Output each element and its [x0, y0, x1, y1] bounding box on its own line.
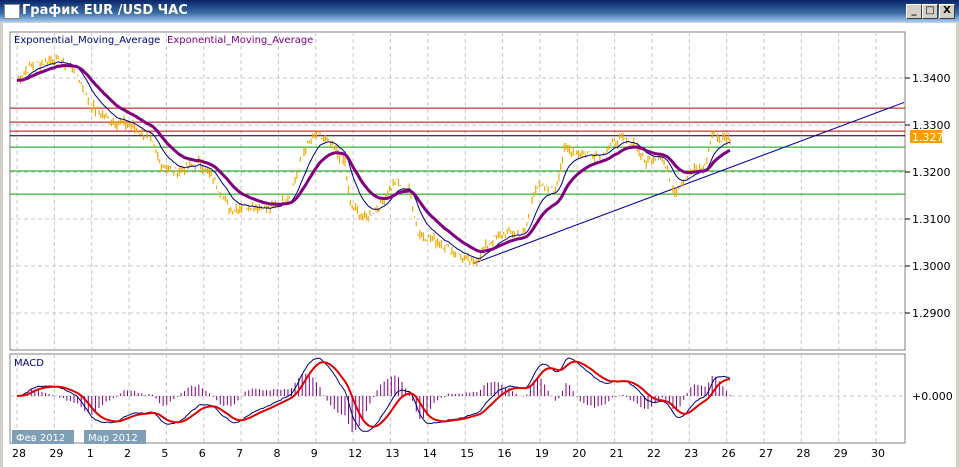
- price-chart[interactable]: Exponential_Moving_Average Exponential_M…: [0, 0, 959, 467]
- month-label-mar-text: Мар 2012: [88, 433, 138, 444]
- time-tick-label: 9: [311, 447, 318, 460]
- time-tick-label: 12: [348, 447, 362, 460]
- price-tick-label: 1.3400: [912, 72, 951, 85]
- time-tick-label: 16: [498, 447, 512, 460]
- time-tick-label: 28: [796, 447, 810, 460]
- time-tick-label: 29: [834, 447, 848, 460]
- time-tick-label: 8: [273, 447, 280, 460]
- price-tick-label: 1.3100: [912, 213, 951, 226]
- price-tick-label: 1.3200: [912, 166, 951, 179]
- time-tick-label: 7: [236, 447, 243, 460]
- time-tick-label: 5: [161, 447, 168, 460]
- time-tick-label: 14: [423, 447, 437, 460]
- time-tick-label: 2: [124, 447, 131, 460]
- ema-fast-legend: Exponential_Moving_Average: [14, 35, 160, 46]
- month-label-feb-text: Фев 2012: [16, 433, 65, 444]
- time-tick-label: 28: [12, 447, 26, 460]
- time-tick-label: 29: [49, 447, 63, 460]
- macd-plot-area: [9, 353, 906, 444]
- time-tick-label: 6: [199, 447, 206, 460]
- macd-legend: MACD: [14, 358, 44, 369]
- time-tick-label: 22: [647, 447, 661, 460]
- time-tick-label: 13: [386, 447, 400, 460]
- time-tick-label: 1: [87, 447, 94, 460]
- price-tick-label: 1.3000: [912, 260, 951, 273]
- macd-zero-label: +0.000: [912, 390, 953, 403]
- time-tick-label: 19: [535, 447, 549, 460]
- price-plot-area: [9, 31, 906, 351]
- time-tick-label: 30: [871, 447, 885, 460]
- time-tick-label: 20: [572, 447, 586, 460]
- current-price: 1.3272: [912, 131, 951, 144]
- ema-slow-legend: Exponential_Moving_Average: [167, 35, 313, 46]
- time-tick-label: 15: [460, 447, 474, 460]
- price-tick-label: 1.2900: [912, 307, 951, 320]
- time-tick-label: 27: [759, 447, 773, 460]
- time-tick-label: 26: [722, 447, 736, 460]
- time-tick-label: 23: [684, 447, 698, 460]
- time-tick-label: 21: [610, 447, 624, 460]
